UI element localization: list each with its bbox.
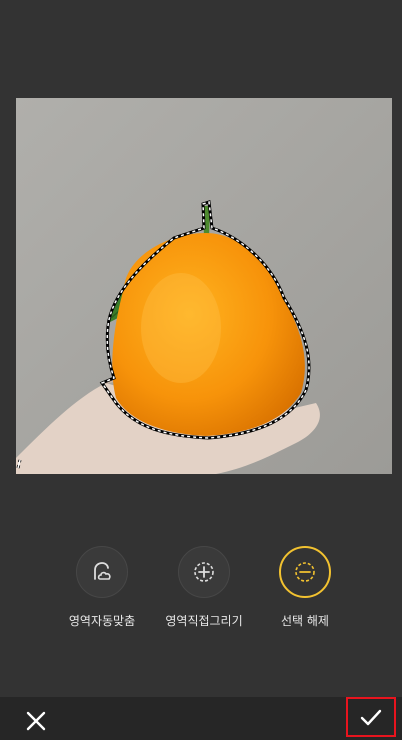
close-button[interactable] [22,707,50,735]
auto-fit-selection-icon [76,546,128,598]
confirm-button[interactable] [346,697,396,737]
orange-photo [16,98,392,474]
bottom-action-bar [0,697,402,740]
close-icon [26,711,46,731]
deselect-label: 선택 해제 [281,614,329,628]
add-selection-icon [178,546,230,598]
deselect-button[interactable]: 선택 해제 [245,546,365,629]
photo-canvas[interactable] [16,98,392,474]
selection-tools: 영역자동맞춤 영역직접그리기 선택 해제 [0,546,402,646]
deselect-icon [279,546,331,598]
check-icon [360,709,382,726]
